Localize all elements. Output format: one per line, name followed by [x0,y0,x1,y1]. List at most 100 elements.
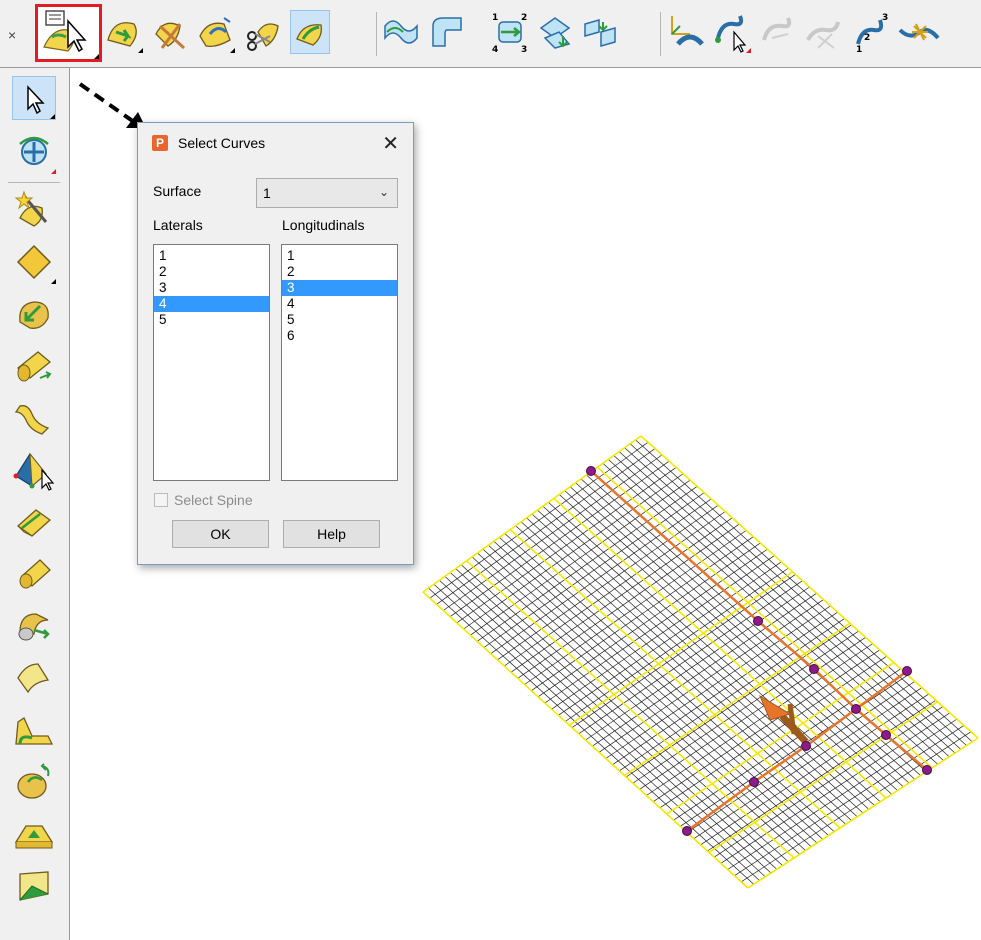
top-toolbar: × 1 2 4 3 3 2 1 [0,0,981,68]
tool-curve-star[interactable] [896,10,940,54]
close-icon[interactable]: ✕ [382,131,399,156]
curve-disabled-icon [762,17,792,41]
tool-prism-surface[interactable] [12,500,56,544]
tool-surface-corner[interactable] [427,10,467,54]
tool-surface-scissors[interactable] [244,10,284,54]
tool-box-surface[interactable] [12,812,56,856]
revolve-surface-icon [19,301,49,329]
left-toolbar [0,68,70,940]
surface-boundary-line [708,701,939,854]
toolbar-close-icon[interactable]: × [8,27,16,43]
surface-wizard-icon [14,190,48,227]
select-curves-button[interactable] [35,4,102,62]
tool-curve-select[interactable] [712,10,752,54]
surface-dropdown-value: 1 [263,185,271,201]
laterals-list-item[interactable]: 4 [154,296,269,312]
tool-curve-disabled-2[interactable] [804,10,844,54]
toolbar-separator [376,12,377,56]
control-point[interactable] [749,777,759,787]
view-rotate-icon [19,136,49,165]
tool-surface-merge[interactable] [535,10,575,54]
curve-axis-icon [671,16,704,46]
surface-wireframe-fine [428,439,973,885]
control-point[interactable] [682,826,692,836]
tool-diamond-surface[interactable] [12,240,56,284]
offset-surface-icon [17,763,50,799]
control-point[interactable] [902,666,912,676]
laterals-list-item[interactable]: 1 [154,248,269,264]
select-spine-checkbox[interactable] [154,493,168,507]
wireframe-line [544,548,768,704]
tool-surface-active[interactable] [290,10,330,54]
laterals-list-item[interactable]: 5 [154,312,269,328]
wireframe-line [707,699,937,852]
tool-surface-twist[interactable] [196,10,236,54]
svg-text:1: 1 [492,13,498,23]
surface-dropdown[interactable]: 1 ⌄ [256,178,398,208]
select-curves-dialog: P Select Curves ✕ Surface 1 ⌄ Laterals L… [137,122,414,565]
tool-wizard[interactable] [12,188,56,232]
control-point[interactable] [809,664,819,674]
tool-curved-patch[interactable] [12,656,56,700]
control-point[interactable] [753,616,763,626]
select-curves-icon [43,10,87,53]
tool-cylinder-surface[interactable] [12,552,56,596]
tool-surface-numbered[interactable]: 1 2 4 3 [489,10,529,55]
tool-fill-surface[interactable] [12,708,56,752]
tool-offset-surface[interactable] [12,760,56,804]
tool-curve-axis[interactable] [666,10,706,54]
tool-revolve-surface[interactable] [12,292,56,336]
tool-pyramid-select[interactable] [12,448,56,492]
wireframe-line [510,517,733,673]
tool-select-pointer[interactable] [12,76,56,120]
diamond-surface-icon [16,244,52,280]
tool-corner-surface[interactable] [12,864,56,908]
help-button[interactable]: Help [283,520,380,548]
tool-surface-arrow[interactable] [104,10,144,54]
surface-label: Surface [153,183,202,199]
ruled-surface-icon [14,405,50,435]
longitudinals-list-item[interactable]: 6 [282,328,397,344]
laterals-list-item[interactable]: 3 [154,280,269,296]
cylinder-surface-icon [19,559,51,589]
control-point[interactable] [851,704,861,714]
tool-curve-disabled[interactable] [758,10,798,54]
control-point[interactable] [922,765,932,775]
tool-surface-stack[interactable] [581,10,621,54]
pyramid-select-icon [13,452,55,491]
selected-curves [590,470,928,833]
control-point[interactable] [881,730,891,740]
longitudinals-list-item[interactable]: 5 [282,312,397,328]
wireframe-line [531,536,754,691]
laterals-listbox[interactable]: 12345 [153,244,270,481]
longitudinals-list-item[interactable]: 4 [282,296,397,312]
wireframe-line [517,523,740,679]
longitudinals-list-item[interactable]: 1 [282,248,397,264]
surface-scissors-icon [247,23,279,51]
wireframe-line [734,725,965,876]
control-point[interactable] [586,466,596,476]
surface-boundary-line [509,529,841,829]
fill-surface-icon [15,717,54,745]
tool-ruled-surface[interactable] [12,396,56,440]
tool-extrude-surface[interactable] [12,344,56,388]
longitudinals-label: Longitudinals [282,217,365,233]
tool-surface-cut[interactable] [150,10,190,54]
surface-merge-icon [539,17,571,49]
laterals-list-item[interactable]: 2 [154,264,269,280]
tool-curves-wave[interactable] [381,10,421,54]
control-point[interactable] [801,741,811,751]
curve-disabled-2-icon [806,21,840,49]
wireframe-line [497,504,719,661]
surface-corner-icon [432,17,462,47]
surface-stack-icon [584,19,616,47]
tool-view-rotate[interactable] [12,130,56,174]
longitudinals-listbox[interactable]: 123456 [281,244,398,481]
tool-curve-numbered[interactable]: 3 2 1 [850,10,890,55]
wireframe-line [727,718,958,870]
laterals-label: Laterals [153,217,203,233]
longitudinals-list-item[interactable]: 3 [282,280,397,296]
tool-sweep-surface[interactable] [12,604,56,648]
ok-button[interactable]: OK [172,520,269,548]
longitudinals-list-item[interactable]: 2 [282,264,397,280]
